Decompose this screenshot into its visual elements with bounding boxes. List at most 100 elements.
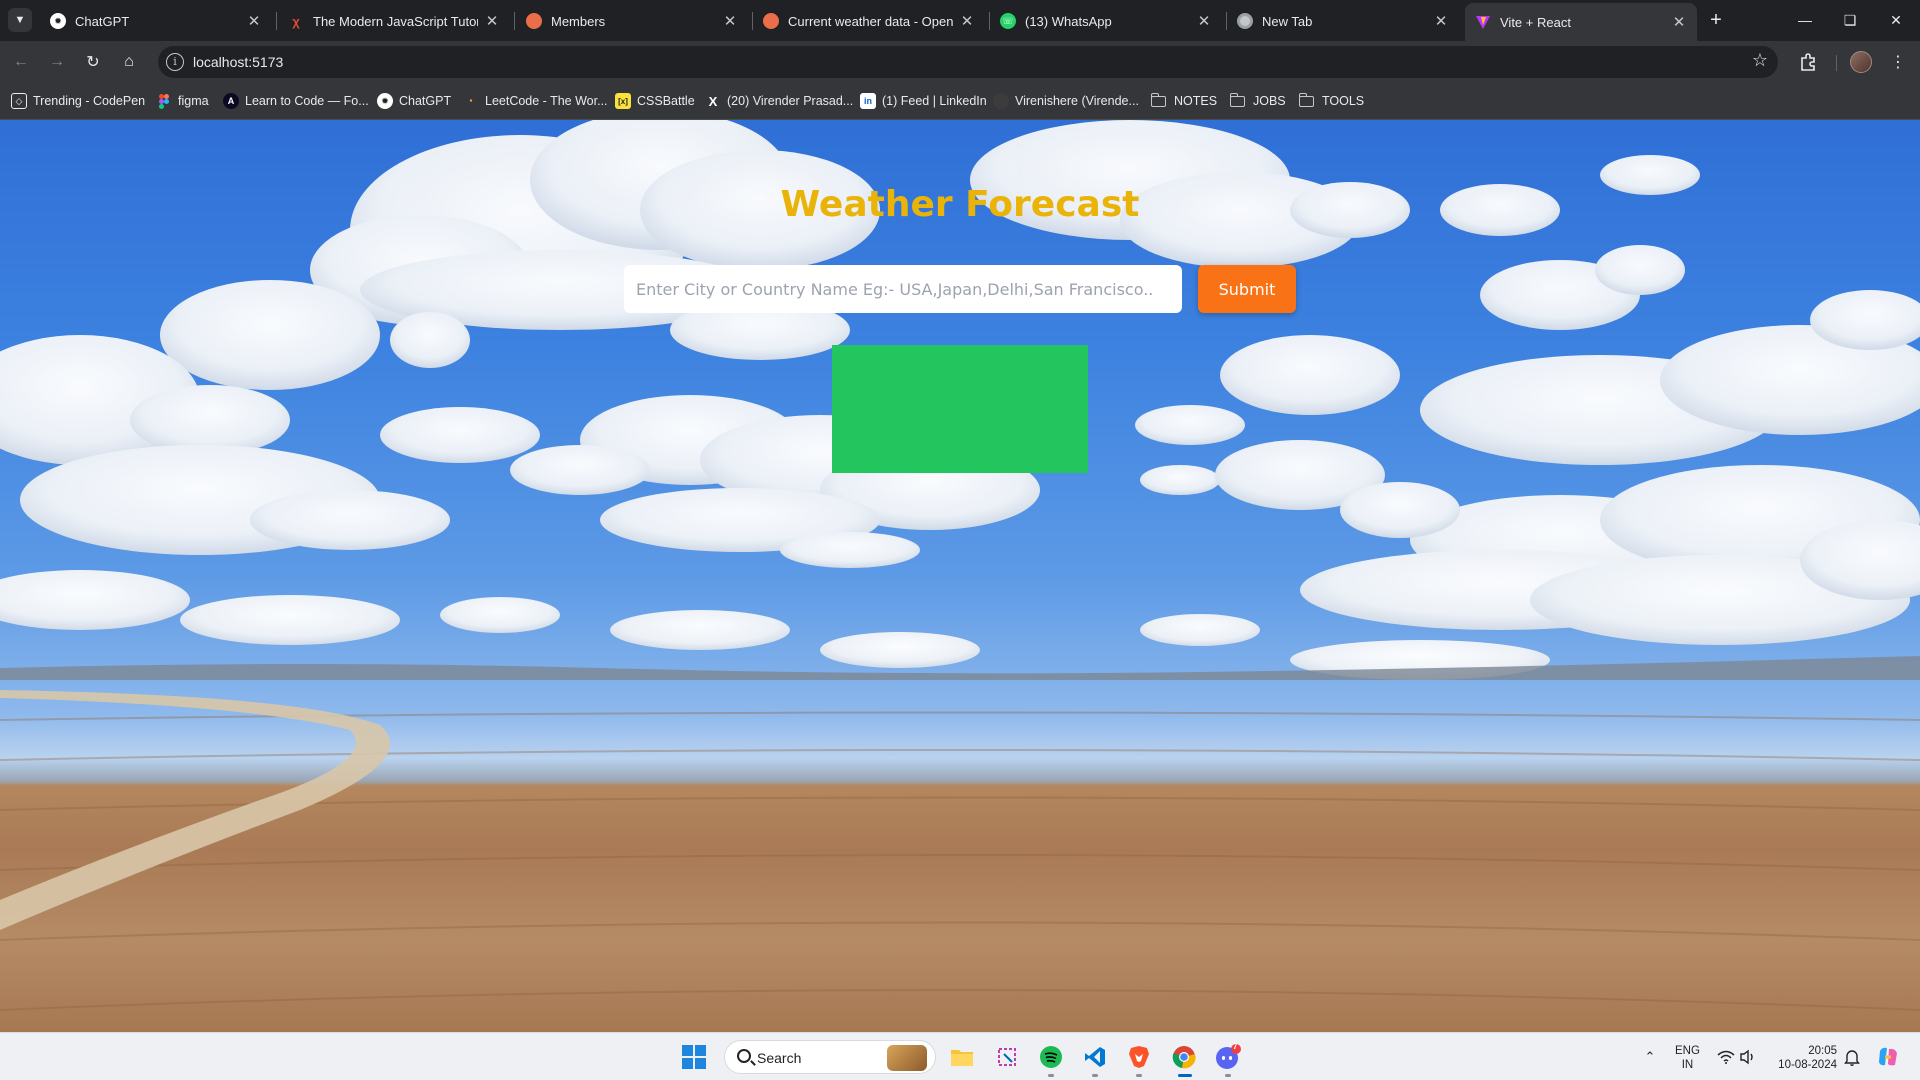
- profile-avatar[interactable]: [1850, 51, 1872, 73]
- site-info-icon[interactable]: i: [166, 53, 184, 71]
- app-title: Weather Forecast: [780, 184, 1140, 225]
- clock-date: 10-08-2024: [1778, 1059, 1837, 1071]
- running-indicator: [1048, 1074, 1054, 1077]
- bookmark-label: (1) Feed | LinkedIn: [882, 94, 987, 108]
- new-tab-plus-icon[interactable]: +: [1705, 9, 1727, 31]
- taskbar-search-box[interactable]: Search: [724, 1040, 936, 1074]
- bookmark-freecodecamp[interactable]: A Learn to Code — Fo...: [223, 92, 369, 110]
- show-hidden-icons-chevron-icon[interactable]: ⌃: [1636, 1043, 1664, 1071]
- bookmark-label: CSSBattle: [637, 94, 695, 108]
- bookmark-leetcode[interactable]: ᛫ LeetCode - The Wor...: [463, 92, 607, 110]
- extensions-puzzle-icon[interactable]: [1795, 49, 1821, 75]
- tab-whatsapp[interactable]: ☏ (13) WhatsApp ✕: [990, 5, 1222, 37]
- system-clock[interactable]: 20:05 10-08-2024: [1775, 1044, 1837, 1072]
- clock-time: 20:05: [1808, 1045, 1837, 1057]
- tab-divider: [276, 12, 277, 30]
- city-search-input[interactable]: [624, 265, 1182, 313]
- chrome-icon[interactable]: [1170, 1043, 1198, 1071]
- tab-title: The Modern JavaScript Tutorial: [313, 13, 478, 29]
- tab-title: Members: [551, 13, 606, 29]
- bookmark-star-icon[interactable]: ☆: [1752, 50, 1768, 71]
- tab-title: Current weather data - OpenWe: [788, 13, 953, 29]
- tab-title: ChatGPT: [75, 13, 130, 29]
- openweather-icon: [526, 13, 542, 29]
- bookmark-folder-jobs[interactable]: JOBS: [1229, 92, 1286, 110]
- bookmark-label: Virenishere (Virende...: [1015, 94, 1139, 108]
- bookmark-label: TOOLS: [1322, 94, 1365, 108]
- copilot-icon[interactable]: [1874, 1043, 1902, 1071]
- bookmark-chatgpt[interactable]: ✹ ChatGPT: [377, 92, 451, 110]
- restore-icon[interactable]: ❏: [1838, 8, 1862, 32]
- discord-badge-count: 7: [1233, 1042, 1238, 1051]
- tab-title: New Tab: [1262, 13, 1313, 29]
- weather-result-box: [832, 345, 1088, 473]
- window-close-icon[interactable]: ✕: [1884, 8, 1908, 32]
- cssbattle-icon: [x]: [615, 93, 631, 109]
- running-indicator: [1136, 1074, 1142, 1077]
- vite-icon: [1475, 14, 1491, 30]
- tab-divider: [514, 12, 515, 30]
- bookmark-figma[interactable]: figma: [156, 92, 209, 110]
- tab-close-icon[interactable]: ✕: [1433, 12, 1449, 30]
- home-icon[interactable]: ⌂: [116, 49, 142, 75]
- spotify-icon[interactable]: [1037, 1043, 1065, 1071]
- bookmark-label: JOBS: [1253, 94, 1286, 108]
- url-text[interactable]: localhost:5173: [193, 54, 283, 70]
- browser-menu-icon[interactable]: ⋮: [1885, 49, 1911, 75]
- forward-arrow-icon[interactable]: →: [44, 49, 70, 75]
- tab-search-dropdown-icon[interactable]: ▼: [8, 8, 32, 32]
- reload-icon[interactable]: ↻: [80, 49, 106, 75]
- openweather-icon: [763, 13, 779, 29]
- snipping-tool-icon[interactable]: [993, 1043, 1021, 1071]
- discord-icon[interactable]: 7: [1214, 1042, 1242, 1071]
- address-bar[interactable]: i localhost:5173 ☆: [158, 46, 1778, 78]
- bookmark-linkedin[interactable]: in (1) Feed | LinkedIn: [860, 92, 987, 110]
- tab-close-icon[interactable]: ✕: [1671, 13, 1687, 31]
- chatgpt-icon: ✹: [377, 93, 393, 109]
- notification-bell-icon[interactable]: [1838, 1043, 1866, 1071]
- file-explorer-icon[interactable]: [948, 1043, 976, 1071]
- tab-openweather[interactable]: Current weather data - OpenWe ✕: [753, 5, 985, 37]
- minimize-icon[interactable]: —: [1793, 8, 1817, 32]
- toolbar-divider: [1836, 55, 1837, 71]
- brave-icon[interactable]: [1125, 1043, 1153, 1071]
- back-arrow-icon[interactable]: ←: [8, 49, 34, 75]
- bookmark-folder-tools[interactable]: TOOLS: [1298, 92, 1365, 110]
- volume-icon[interactable]: [1734, 1043, 1762, 1071]
- tab-vite-react[interactable]: Vite + React ✕: [1465, 3, 1697, 41]
- whatsapp-icon: ☏: [1000, 13, 1016, 29]
- windows-taskbar: Search 7 ⌃ ENG IN 20:05 10-08-2024: [0, 1032, 1920, 1080]
- tab-title: Vite + React: [1500, 14, 1571, 30]
- folder-icon: [1298, 92, 1314, 107]
- submit-button[interactable]: Submit: [1198, 265, 1296, 313]
- tab-close-icon[interactable]: ✕: [959, 12, 975, 30]
- freecodecamp-icon: A: [223, 93, 239, 109]
- bookmark-folder-notes[interactable]: NOTES: [1150, 92, 1218, 110]
- tab-members[interactable]: Members ✕: [516, 5, 748, 37]
- bookmark-github[interactable]: Virenishere (Virende...: [993, 92, 1139, 110]
- tab-close-icon[interactable]: ✕: [484, 12, 500, 30]
- javascript-info-icon: χ: [292, 13, 300, 29]
- github-icon: [993, 93, 1009, 109]
- sky-field-background: [0, 120, 1920, 1011]
- start-icon[interactable]: [680, 1043, 708, 1071]
- active-running-indicator: [1178, 1074, 1192, 1077]
- browser-tab-strip: ▼ ✹ ChatGPT ✕ χ The Modern JavaScript Tu…: [0, 0, 1920, 41]
- bookmark-label: ChatGPT: [399, 94, 452, 108]
- tab-title: (13) WhatsApp: [1025, 13, 1112, 29]
- input-language-indicator[interactable]: ENG IN: [1675, 1044, 1700, 1072]
- language-code: ENG: [1675, 1045, 1700, 1057]
- tab-close-icon[interactable]: ✕: [1196, 12, 1212, 30]
- bookmark-label: NOTES: [1174, 94, 1218, 108]
- bookmark-label: figma: [178, 94, 209, 108]
- bookmark-x-profile[interactable]: X (20) Virender Prasad...: [705, 92, 854, 110]
- tab-close-icon[interactable]: ✕: [246, 12, 262, 30]
- bookmark-cssbattle[interactable]: [x] CSSBattle: [615, 92, 695, 110]
- tab-javascript-tutorial[interactable]: χ The Modern JavaScript Tutorial ✕: [278, 5, 510, 37]
- tab-new-tab[interactable]: New Tab ✕: [1227, 5, 1459, 37]
- tab-close-icon[interactable]: ✕: [722, 12, 738, 30]
- chatgpt-icon: ✹: [50, 13, 66, 29]
- bookmark-codepen[interactable]: ◇ Trending - CodePen: [11, 92, 145, 110]
- tab-chatgpt[interactable]: ✹ ChatGPT ✕: [40, 5, 272, 37]
- vscode-icon[interactable]: [1081, 1043, 1109, 1071]
